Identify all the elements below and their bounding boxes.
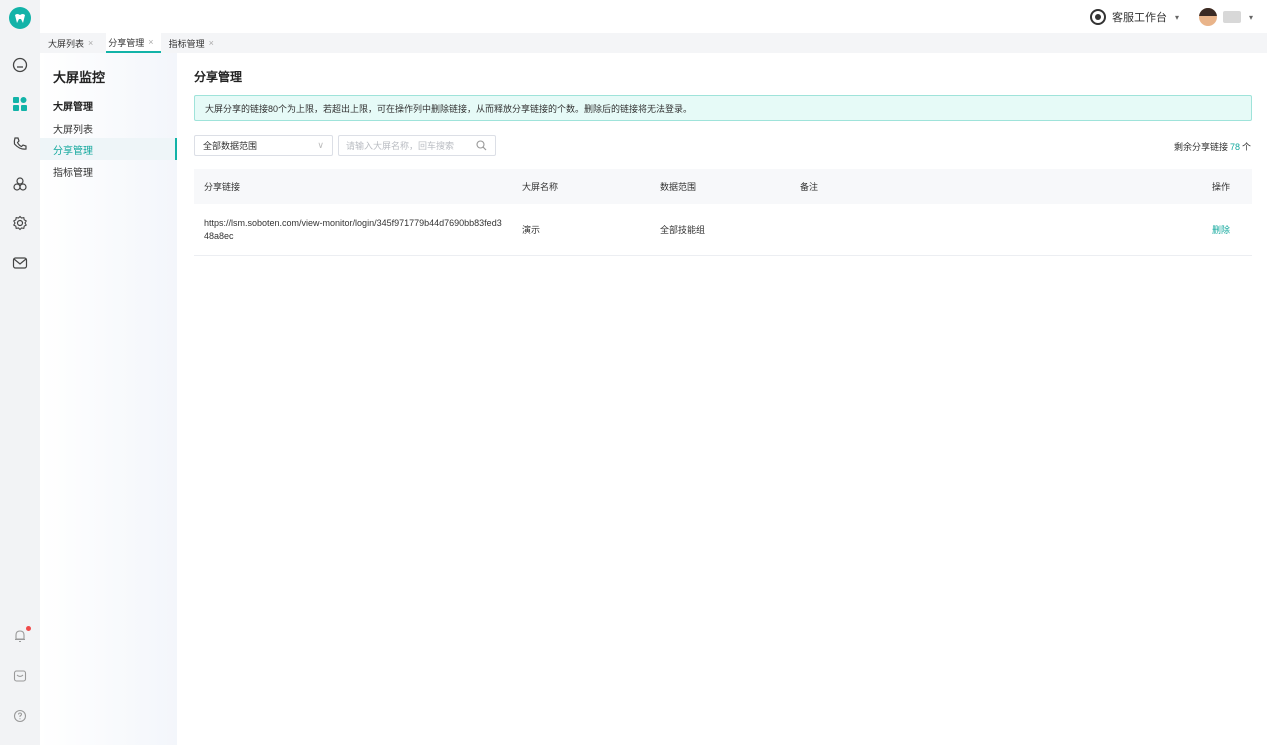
sidebar-item-metric-management[interactable]: 指标管理	[40, 160, 177, 182]
chevron-down-icon[interactable]: ▾	[1249, 13, 1253, 22]
notification-bell-icon[interactable]	[11, 626, 31, 645]
action-cell: 删除	[1170, 204, 1230, 255]
dashboard-icon[interactable]	[11, 95, 29, 113]
page-tabs: 大屏列表 × 分享管理 × 指标管理 ×	[40, 33, 1267, 53]
phone-icon[interactable]	[11, 135, 29, 153]
top-bar: 客服工作台 ▾ ▾	[40, 0, 1267, 32]
close-icon[interactable]: ×	[88, 38, 93, 48]
screen-name-cell: 演示	[522, 225, 541, 235]
page-title: 分享管理	[194, 70, 243, 84]
unread-dot	[26, 626, 31, 631]
column-header-link: 分享链接	[204, 182, 241, 192]
chevron-down-icon[interactable]: ▾	[1175, 13, 1179, 22]
remark-cell	[800, 204, 1000, 255]
icon-rail	[0, 0, 40, 745]
search-input[interactable]	[346, 140, 466, 151]
headset-icon	[1089, 9, 1106, 25]
search-icon[interactable]	[476, 140, 487, 154]
close-icon[interactable]: ×	[148, 37, 153, 47]
data-scope-select[interactable]: 全部数据范围 ∨	[194, 135, 333, 156]
workspace-switcher[interactable]: 客服工作台	[1112, 9, 1167, 25]
info-notice: 大屏分享的链接80个为上限，若超出上限，可在操作列中删除链接，从而释放分享链接的…	[194, 95, 1252, 121]
select-value: 全部数据范围	[203, 141, 258, 151]
secondary-sidebar: 大屏监控 大屏管理 大屏列表 分享管理 指标管理	[40, 53, 177, 745]
remaining-unit: 个	[1241, 142, 1251, 152]
remaining-count: 78	[1229, 142, 1240, 152]
tab-label: 分享管理	[108, 37, 145, 48]
data-scope-cell: 全部技能组	[660, 225, 706, 235]
column-header-action: 操作	[1211, 182, 1230, 192]
inbox-icon[interactable]	[11, 667, 29, 685]
table-header: 分享链接 大屏名称 数据范围 备注 操作	[194, 169, 1252, 204]
app-logo[interactable]	[9, 7, 31, 29]
share-link-cell: https://lsm.soboten.com/view-monitor/log…	[204, 204, 504, 255]
bot-icon[interactable]	[11, 175, 29, 193]
top-right-tools: 客服工作台 ▾ ▾	[1089, 7, 1253, 27]
tab-label: 指标管理	[168, 38, 205, 49]
remaining-label: 剩余分享链接	[1173, 142, 1228, 152]
remaining-links: 剩余分享链接 78 个	[1174, 140, 1251, 153]
settings-gear-icon[interactable]	[11, 214, 29, 232]
sidebar-group-heading: 大屏管理	[53, 102, 93, 113]
tab-metric-management[interactable]: 指标管理 ×	[167, 33, 221, 53]
sidebar-item-share-management[interactable]: 分享管理	[40, 138, 177, 160]
close-icon[interactable]: ×	[209, 38, 214, 48]
tab-screen-list[interactable]: 大屏列表 ×	[46, 33, 100, 53]
search-box[interactable]	[338, 135, 496, 156]
help-icon[interactable]	[11, 707, 29, 725]
tab-share-management[interactable]: 分享管理 ×	[106, 33, 161, 53]
share-link-url[interactable]: https://lsm.soboten.com/view-monitor/log…	[204, 217, 504, 243]
user-name-redacted[interactable]	[1222, 11, 1241, 23]
notice-text: 大屏分享的链接80个为上限，若超出上限，可在操作列中删除链接，从而释放分享链接的…	[205, 103, 693, 114]
column-header-screen-name: 大屏名称	[522, 182, 559, 192]
avatar[interactable]	[1198, 8, 1217, 26]
chevron-down-icon: ∨	[317, 140, 324, 150]
sidebar-title: 大屏监控	[53, 70, 106, 85]
share-links-table: 分享链接 大屏名称 数据范围 备注 操作 https://lsm.soboten…	[194, 169, 1252, 256]
sidebar-item-screen-list[interactable]: 大屏列表	[40, 117, 177, 139]
main-content: 分享管理 大屏分享的链接80个为上限，若超出上限，可在操作列中删除链接，从而释放…	[178, 53, 1267, 745]
home-icon[interactable]	[11, 56, 29, 74]
tab-label: 大屏列表	[48, 38, 85, 49]
table-row: https://lsm.soboten.com/view-monitor/log…	[194, 204, 1252, 256]
column-header-data-scope: 数据范围	[660, 182, 697, 192]
delete-button[interactable]: 删除	[1212, 223, 1230, 236]
column-header-remark: 备注	[800, 182, 819, 192]
mail-icon[interactable]	[11, 254, 29, 272]
